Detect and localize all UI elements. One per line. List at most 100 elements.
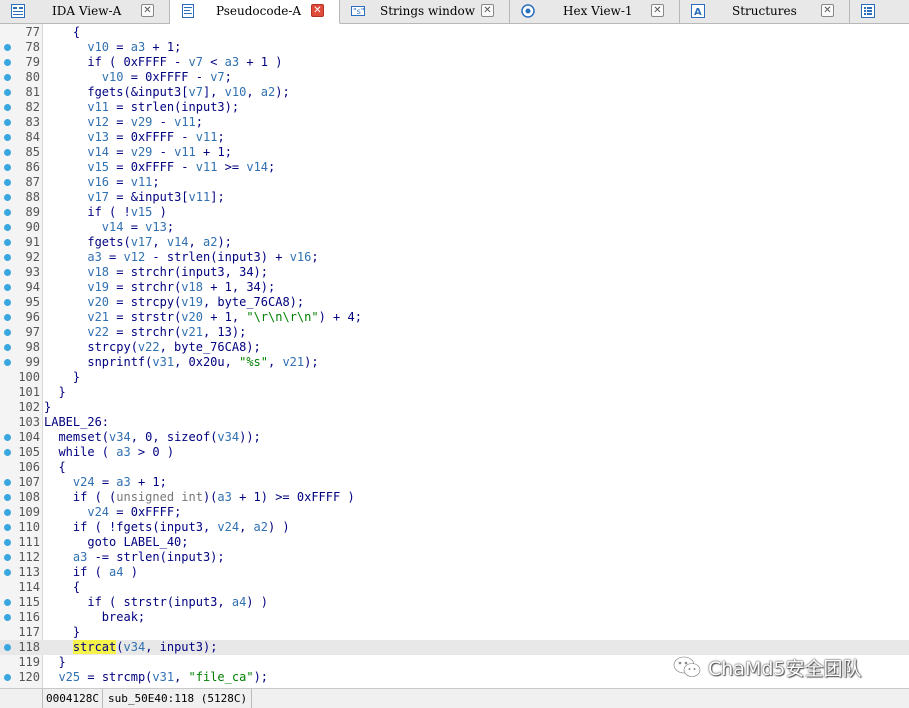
breakpoint-dot-icon[interactable] (4, 449, 11, 456)
code-line[interactable]: 105 while ( a3 > 0 ) (0, 445, 909, 460)
breakpoint-dot-icon[interactable] (4, 614, 11, 621)
breakpoint-dot-icon[interactable] (4, 89, 11, 96)
code-text[interactable]: v11 = strlen(input3); (44, 100, 239, 115)
close-icon[interactable]: ✕ (481, 4, 494, 17)
breakpoint-dot-icon[interactable] (4, 134, 11, 141)
code-line[interactable]: 77 { (0, 25, 909, 40)
code-text[interactable]: v18 = strchr(input3, 34); (44, 265, 268, 280)
code-line[interactable]: 116 break; (0, 610, 909, 625)
code-text[interactable]: v16 = v11; (44, 175, 159, 190)
breakpoint-dot-icon[interactable] (4, 269, 11, 276)
code-line[interactable]: 104 memset(v34, 0, sizeof(v34)); (0, 430, 909, 445)
code-text[interactable]: strcat(v34, input3); (44, 640, 217, 655)
code-text[interactable]: { (44, 580, 80, 595)
breakpoint-dot-icon[interactable] (4, 479, 11, 486)
code-text[interactable]: } (44, 400, 51, 415)
breakpoint-dot-icon[interactable] (4, 599, 11, 606)
code-line[interactable]: 100 } (0, 370, 909, 385)
code-line[interactable]: 114 { (0, 580, 909, 595)
code-text[interactable]: { (44, 25, 80, 40)
code-line[interactable]: 109 v24 = 0xFFFF; (0, 505, 909, 520)
code-line[interactable]: 103 LABEL_26: (0, 415, 909, 430)
code-line[interactable]: 107 v24 = a3 + 1; (0, 475, 909, 490)
code-line[interactable]: 92 a3 = v12 - strlen(input3) + v16; (0, 250, 909, 265)
breakpoint-dot-icon[interactable] (4, 359, 11, 366)
code-line[interactable]: 95 v20 = strcpy(v19, byte_76CA8); (0, 295, 909, 310)
breakpoint-dot-icon[interactable] (4, 554, 11, 561)
code-text[interactable]: break; (44, 610, 145, 625)
code-line[interactable]: 87 v16 = v11; (0, 175, 909, 190)
breakpoint-dot-icon[interactable] (4, 149, 11, 156)
breakpoint-dot-icon[interactable] (4, 674, 11, 681)
close-icon[interactable]: ✕ (311, 4, 324, 17)
code-line[interactable]: 81 fgets(&input3[v7], v10, a2); (0, 85, 909, 100)
code-text[interactable]: v21 = strstr(v20 + 1, "\r\n\r\n") + 4; (44, 310, 362, 325)
code-text[interactable]: strcpy(v22, byte_76CA8); (44, 340, 260, 355)
close-icon[interactable]: ✕ (821, 4, 834, 17)
breakpoint-dot-icon[interactable] (4, 569, 11, 576)
code-text[interactable]: if ( a4 ) (44, 565, 138, 580)
code-text[interactable]: if ( (unsigned int)(a3 + 1) >= 0xFFFF ) (44, 490, 355, 505)
breakpoint-dot-icon[interactable] (4, 59, 11, 66)
code-line[interactable]: 90 v14 = v13; (0, 220, 909, 235)
code-text[interactable]: memset(v34, 0, sizeof(v34)); (44, 430, 260, 445)
breakpoint-dot-icon[interactable] (4, 164, 11, 171)
code-text[interactable]: v19 = strchr(v18 + 1, 34); (44, 280, 275, 295)
code-text[interactable]: v20 = strcpy(v19, byte_76CA8); (44, 295, 304, 310)
code-line[interactable]: 78 v10 = a3 + 1; (0, 40, 909, 55)
code-text[interactable]: } (44, 625, 80, 640)
tab-pseudocode-a[interactable]: Pseudocode-A ✕ (170, 0, 340, 24)
code-text[interactable]: v14 = v13; (44, 220, 174, 235)
breakpoint-dot-icon[interactable] (4, 74, 11, 81)
breakpoint-dot-icon[interactable] (4, 104, 11, 111)
breakpoint-dot-icon[interactable] (4, 644, 11, 651)
breakpoint-dot-icon[interactable] (4, 494, 11, 501)
code-line[interactable]: 118 strcat(v34, input3); (0, 640, 909, 655)
code-line[interactable]: 99 snprintf(v31, 0x20u, "%s", v21); (0, 355, 909, 370)
code-text[interactable]: } (44, 370, 80, 385)
breakpoint-dot-icon[interactable] (4, 209, 11, 216)
code-line[interactable]: 97 v22 = strchr(v21, 13); (0, 325, 909, 340)
code-line[interactable]: 110 if ( !fgets(input3, v24, a2) ) (0, 520, 909, 535)
code-text[interactable]: v10 = a3 + 1; (44, 40, 181, 55)
breakpoint-dot-icon[interactable] (4, 254, 11, 261)
code-line[interactable]: 112 a3 -= strlen(input3); (0, 550, 909, 565)
code-text[interactable]: v15 = 0xFFFF - v11 >= v14; (44, 160, 275, 175)
breakpoint-dot-icon[interactable] (4, 344, 11, 351)
code-line[interactable]: 83 v12 = v29 - v11; (0, 115, 909, 130)
code-text[interactable]: snprintf(v31, 0x20u, "%s", v21); (44, 355, 318, 370)
code-text[interactable]: fgets(v17, v14, a2); (44, 235, 232, 250)
code-text[interactable]: v22 = strchr(v21, 13); (44, 325, 246, 340)
code-line[interactable]: 101 } (0, 385, 909, 400)
code-line[interactable]: 102} (0, 400, 909, 415)
code-line[interactable]: 82 v11 = strlen(input3); (0, 100, 909, 115)
code-text[interactable]: } (44, 385, 65, 400)
breakpoint-dot-icon[interactable] (4, 179, 11, 186)
breakpoint-dot-icon[interactable] (4, 194, 11, 201)
code-line[interactable]: 88 v17 = &input3[v11]; (0, 190, 909, 205)
code-text[interactable]: LABEL_26: (44, 415, 109, 430)
breakpoint-dot-icon[interactable] (4, 239, 11, 246)
tab-ida-view-a[interactable]: IDA View-A ✕ (0, 0, 170, 23)
code-line[interactable]: 93 v18 = strchr(input3, 34); (0, 265, 909, 280)
breakpoint-dot-icon[interactable] (4, 224, 11, 231)
code-line[interactable]: 84 v13 = 0xFFFF - v11; (0, 130, 909, 145)
code-line[interactable]: 115 if ( strstr(input3, a4) ) (0, 595, 909, 610)
code-text[interactable]: fgets(&input3[v7], v10, a2); (44, 85, 289, 100)
code-text[interactable]: if ( strstr(input3, a4) ) (44, 595, 268, 610)
tab-hex-view-1[interactable]: Hex View-1 ✕ (510, 0, 680, 23)
code-text[interactable]: v14 = v29 - v11 + 1; (44, 145, 232, 160)
code-line[interactable]: 94 v19 = strchr(v18 + 1, 34); (0, 280, 909, 295)
code-text[interactable]: while ( a3 > 0 ) (44, 445, 174, 460)
code-text[interactable]: a3 = v12 - strlen(input3) + v16; (44, 250, 318, 265)
breakpoint-dot-icon[interactable] (4, 314, 11, 321)
code-text[interactable]: v24 = 0xFFFF; (44, 505, 181, 520)
code-text[interactable]: a3 -= strlen(input3); (44, 550, 225, 565)
code-line[interactable]: 111 goto LABEL_40; (0, 535, 909, 550)
breakpoint-dot-icon[interactable] (4, 44, 11, 51)
code-text[interactable]: { (44, 460, 65, 475)
code-line[interactable]: 80 v10 = 0xFFFF - v7; (0, 70, 909, 85)
code-text[interactable]: v17 = &input3[v11]; (44, 190, 224, 205)
tab-enums[interactable] (850, 0, 909, 23)
tab-structures[interactable]: A Structures ✕ (680, 0, 850, 23)
